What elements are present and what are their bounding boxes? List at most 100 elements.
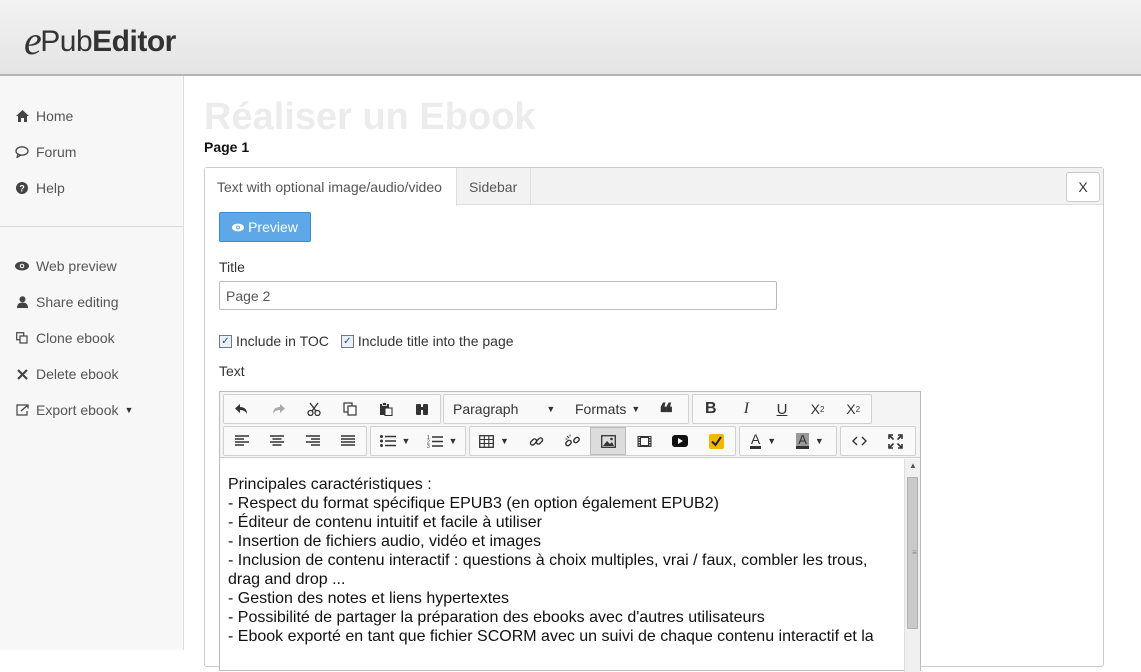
unlink-icon[interactable] <box>554 427 590 455</box>
align-right-icon[interactable] <box>295 427 331 455</box>
close-button[interactable]: X <box>1066 172 1100 202</box>
page-title: Réaliser un Ebook <box>204 96 536 138</box>
eye-icon <box>14 261 30 271</box>
sidebar-item-label: Forum <box>36 144 77 160</box>
eye-icon <box>232 219 245 235</box>
paragraph-label: Paragraph <box>453 401 519 417</box>
logo-editor: Editor <box>92 25 176 58</box>
align-justify-icon[interactable] <box>331 427 367 455</box>
find-icon[interactable] <box>404 395 440 423</box>
align-center-icon[interactable] <box>260 427 296 455</box>
copy-icon[interactable] <box>332 395 368 423</box>
include-title-checkbox[interactable]: ✓ <box>340 334 354 348</box>
italic-icon[interactable]: I <box>729 395 765 423</box>
chevron-down-icon: ▼ <box>767 436 777 446</box>
tab-text-media[interactable]: Text with optional image/audio/video <box>205 168 457 206</box>
toolbar-group-lists: ▼ 123 ▼ <box>370 426 466 456</box>
toolbar-group-align <box>223 426 367 456</box>
copy-icon <box>14 332 30 344</box>
media-icon[interactable] <box>626 427 662 455</box>
content-line: - Inclusion de contenu interactif : ques… <box>228 552 868 588</box>
sidebar-item-web-preview[interactable]: Web preview <box>14 258 117 274</box>
tab-sidebar[interactable]: Sidebar <box>457 168 531 205</box>
x-icon <box>14 368 30 380</box>
toolbar-group-view <box>840 426 916 456</box>
sidebar-item-label: Web preview <box>36 258 117 274</box>
content-line: - Gestion des notes et liens hypertextes <box>228 590 510 607</box>
sidebar-item-label: Help <box>36 180 65 196</box>
redo-icon[interactable] <box>260 395 296 423</box>
blockquote-icon[interactable]: ❝ <box>648 395 684 428</box>
scrollbar-thumb[interactable]: ≡ <box>907 477 918 629</box>
epubeditor-logo[interactable]: ePubEditor <box>24 14 176 63</box>
bullet-list-icon[interactable]: ▼ <box>371 427 419 455</box>
sidebar-item-export-ebook[interactable]: Export ebook ▼ <box>14 402 133 418</box>
export-icon <box>14 404 30 416</box>
sidebar-item-label: Delete ebook <box>36 366 119 382</box>
scroll-up-arrow-icon[interactable]: ▲ <box>905 461 921 470</box>
paragraph-select[interactable]: Paragraph ▼ <box>444 395 562 423</box>
sidebar-item-delete-ebook[interactable]: Delete ebook <box>14 366 119 382</box>
user-icon <box>14 296 30 308</box>
text-color-icon[interactable]: A ▼ <box>740 427 786 455</box>
image-icon[interactable] <box>590 427 626 455</box>
editor-scrollbar[interactable]: ▲ ≡ <box>904 459 920 672</box>
rich-text-editor: Paragraph ▼ Formats ▼ ❝ B I U X2 X2 ▼ 1 … <box>219 391 921 672</box>
sidebar-item-clone-ebook[interactable]: Clone ebook <box>14 330 115 346</box>
formats-label: Formats <box>575 401 627 417</box>
content-line: Principales caractéristiques : <box>228 476 432 493</box>
subscript-icon[interactable]: X2 <box>800 395 836 423</box>
text-label: Text <box>219 363 245 379</box>
title-input[interactable] <box>219 281 777 310</box>
chevron-down-icon: ▼ <box>546 404 556 414</box>
link-icon[interactable] <box>518 427 554 455</box>
sidebar-item-label: Clone ebook <box>36 330 115 346</box>
paste-icon[interactable] <box>368 395 404 423</box>
underline-icon[interactable]: U <box>764 395 800 423</box>
title-label: Title <box>219 259 245 275</box>
content-line: - Insertion de fichiers audio, vidéo et … <box>228 533 542 550</box>
numbered-list-icon[interactable]: 123 ▼ <box>419 427 465 455</box>
background-color-icon[interactable]: A ▼ <box>786 427 834 455</box>
sidebar-item-home[interactable]: Home <box>14 108 73 124</box>
chevron-down-icon: ▼ <box>631 404 641 414</box>
home-icon <box>14 110 30 122</box>
comment-icon <box>14 146 30 158</box>
fullscreen-icon[interactable] <box>877 427 913 455</box>
editor-content-area[interactable]: Principales caractéristiques : - Respect… <box>220 459 904 672</box>
bold-icon[interactable]: B <box>693 395 729 423</box>
interactive-quiz-icon[interactable] <box>698 427 734 455</box>
superscript-icon[interactable]: X2 <box>835 395 871 423</box>
page-panel: Text with optional image/audio/video Sid… <box>204 167 1104 672</box>
options-row: ✓ Include in TOC ✓ Include title into th… <box>219 333 526 349</box>
chevron-down-icon: ▼ <box>500 436 509 446</box>
chevron-down-icon: ▼ <box>124 405 134 415</box>
undo-icon[interactable] <box>224 395 260 423</box>
table-icon[interactable]: ▼ <box>470 427 518 455</box>
align-left-icon[interactable] <box>224 427 260 455</box>
chevron-down-icon: ▼ <box>448 436 458 446</box>
sidebar-item-forum[interactable]: Forum <box>14 144 76 160</box>
include-toc-label: Include in TOC <box>236 333 329 349</box>
logo-pub: Pub <box>40 25 93 58</box>
source-code-icon[interactable] <box>841 427 877 455</box>
main-content: Réaliser un Ebook Page 1 Text with optio… <box>184 76 1141 672</box>
svg-text:?: ? <box>19 184 25 194</box>
content-line: - Éditeur de contenu intuitif et facile … <box>228 514 542 531</box>
sidebar-item-label: Export ebook <box>36 402 119 418</box>
formats-select[interactable]: Formats ▼ <box>562 395 648 423</box>
youtube-icon[interactable] <box>662 427 698 455</box>
include-toc-checkbox[interactable]: ✓ <box>219 334 232 348</box>
content-line: - Possibilité de partager la préparation… <box>228 609 765 626</box>
toolbar-group-colors: A ▼ A ▼ <box>739 426 837 456</box>
question-icon: ? <box>14 182 30 194</box>
app-header: ePubEditor <box>0 0 1141 76</box>
toolbar-group-insert: ▼ <box>469 426 736 456</box>
sidebar-item-help[interactable]: ? Help <box>14 180 65 196</box>
content-line: - Ebook exporté en tant que fichier SCOR… <box>228 628 874 645</box>
preview-button[interactable]: Preview <box>219 212 311 242</box>
cut-icon[interactable] <box>296 395 332 423</box>
sidebar: Home Forum ? Help Web preview Share edit… <box>0 76 184 650</box>
chevron-down-icon: ▼ <box>814 436 824 446</box>
sidebar-item-share-editing[interactable]: Share editing <box>14 294 119 310</box>
